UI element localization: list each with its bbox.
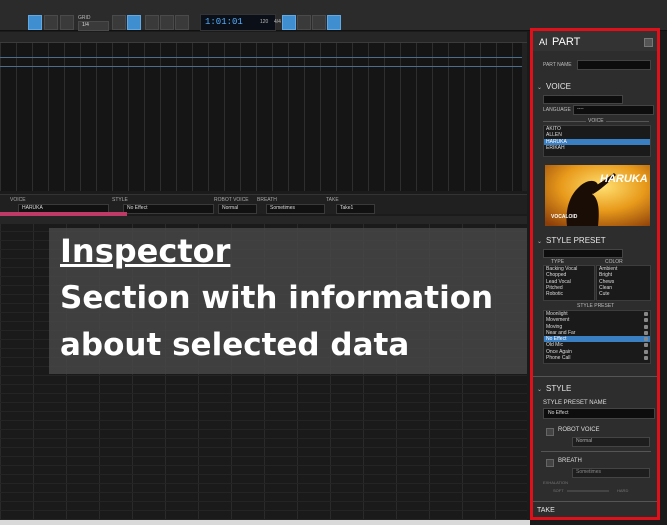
style-label: STYLE — [112, 197, 128, 203]
exhalation-slider[interactable] — [567, 490, 609, 492]
info-icon[interactable] — [644, 337, 648, 342]
toolbar: GRID 1/4 1:01:01 120 4/4 — [0, 0, 667, 31]
voice-search-input[interactable] — [543, 95, 623, 104]
voicebank-image: HARUKA VOCALOID — [545, 165, 650, 226]
color-list-item[interactable]: Cute — [597, 291, 650, 297]
track-divider — [0, 66, 527, 67]
chevron-down-icon: ⌄ — [537, 85, 543, 91]
follow-button[interactable] — [127, 15, 141, 30]
info-icon[interactable] — [644, 324, 648, 329]
take-select[interactable]: Take1 — [336, 204, 375, 214]
style-section-header[interactable]: ⌄ STYLE — [537, 384, 571, 393]
mixer-button[interactable] — [297, 15, 311, 30]
robot-voice-label: ROBOT VOICE — [558, 427, 600, 433]
style-preset-name-input[interactable]: No Effect — [543, 408, 655, 419]
track-divider — [0, 57, 527, 58]
breath-label: BREATH — [558, 458, 582, 464]
loop-button[interactable] — [112, 15, 126, 30]
type-list: Backing Vocal Chopped Lead Vocal Pitched… — [543, 265, 595, 301]
inspector-title: PART — [552, 36, 581, 48]
annotation-title: Inspector — [60, 232, 231, 270]
language-select[interactable]: ---- — [573, 105, 654, 115]
breath-select[interactable]: Sometimes — [266, 204, 325, 214]
breath-label: BREATH — [257, 197, 277, 203]
style-preset-item[interactable]: Phone Call — [544, 355, 650, 361]
signature-display: 4/4 — [274, 19, 281, 25]
arrangement-area[interactable] — [0, 43, 527, 191]
pencil-tool-button[interactable] — [44, 15, 58, 30]
divider — [533, 501, 657, 502]
info-icon[interactable] — [644, 312, 648, 316]
stop-button[interactable] — [145, 15, 159, 30]
grid-select[interactable]: 1/4 — [78, 21, 109, 31]
info-icon[interactable] — [644, 343, 648, 348]
soft-label: SOFT — [553, 488, 564, 493]
annotation-line-1: Section with information — [60, 280, 494, 316]
breath-select[interactable]: Sometimes — [572, 468, 650, 478]
voice-section-header[interactable]: ⌄ VOICE — [537, 82, 571, 91]
voice-list: AKITO ALLEN HARUKA ERIKAH — [543, 125, 651, 157]
chevron-down-icon: ⌄ — [537, 239, 543, 245]
annotation-line-2: about selected data — [60, 327, 410, 363]
play-button[interactable] — [160, 15, 174, 30]
info-icon[interactable] — [644, 356, 648, 361]
info-icon[interactable] — [644, 318, 648, 323]
scissors-tool-button[interactable] — [60, 15, 74, 30]
robot-voice-select[interactable]: Normal — [218, 204, 257, 214]
robot-voice-select[interactable]: Normal — [572, 437, 650, 447]
info-icon[interactable] — [644, 330, 648, 335]
part-name-label: PART NAME — [543, 62, 572, 68]
tempo-display: 120 — [260, 19, 269, 25]
divider — [541, 451, 651, 452]
style-select[interactable]: No Effect — [123, 204, 214, 214]
inspector-toggle-button[interactable] — [282, 15, 296, 30]
voicebank-name: HARUKA — [600, 173, 648, 185]
info-button[interactable] — [327, 15, 341, 30]
voice-list-item[interactable]: ERIKAH — [544, 145, 650, 151]
exhalation-label: EXHALATION — [543, 480, 569, 485]
breath-checkbox[interactable] — [546, 459, 554, 467]
pointer-tool-button[interactable] — [28, 15, 42, 30]
chevron-down-icon: ⌄ — [537, 387, 543, 393]
vocaloid-logo: VOCALOID — [551, 214, 578, 220]
inspector-panel: AI PART PART NAME ⌄ VOICE LANGUAGE ---- V… — [530, 28, 660, 520]
part-name-input[interactable] — [577, 60, 651, 70]
voice-list-header: VOICE — [586, 118, 606, 124]
style-preset-section-header[interactable]: ⌄ STYLE PRESET — [537, 236, 606, 245]
style-preset-list-header: STYLE PRESET — [577, 303, 615, 309]
part-properties-bar: VOICE HARUKA STYLE No Effect ROBOT VOICE… — [0, 194, 527, 214]
take-label: TAKE — [326, 197, 339, 203]
os-taskbar — [0, 520, 530, 525]
take-section-header[interactable]: TAKE — [537, 507, 555, 514]
editor-ruler[interactable] — [0, 216, 527, 224]
hard-label: HARD — [617, 488, 629, 493]
timeline-ruler[interactable] — [0, 32, 527, 43]
language-label: LANGUAGE — [543, 107, 571, 113]
divider — [533, 376, 657, 377]
type-list-item[interactable]: Robotic — [544, 291, 594, 297]
info-icon[interactable] — [644, 349, 648, 354]
close-icon[interactable] — [644, 38, 653, 47]
voice-label: VOICE — [10, 197, 26, 203]
robot-voice-checkbox[interactable] — [546, 428, 554, 436]
color-list: Ambient Bright Chews Clean Cute — [596, 265, 651, 301]
ai-icon: AI — [539, 37, 548, 47]
style-preset-list: Moonlight Movement Moving Near and Far N… — [543, 310, 651, 364]
inspector-header: AI PART — [533, 31, 657, 51]
style-preset-search-input[interactable] — [543, 249, 623, 258]
list-button[interactable] — [312, 15, 326, 30]
style-preset-name-label: STYLE PRESET NAME — [543, 400, 607, 406]
robot-voice-label: ROBOT VOICE — [214, 197, 249, 203]
record-button[interactable] — [175, 15, 189, 30]
annotation-overlay: Inspector Section with information about… — [49, 228, 527, 374]
vertical-scrollbar[interactable] — [522, 43, 527, 191]
